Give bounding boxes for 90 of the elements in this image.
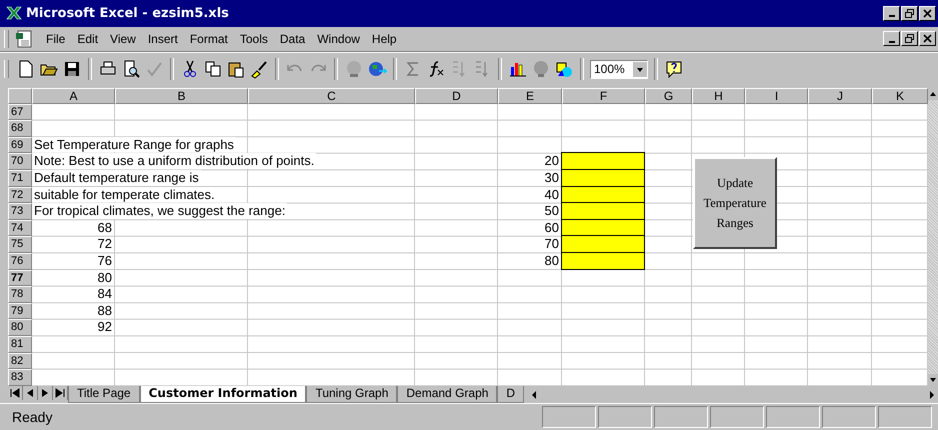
row-header[interactable]: 79 bbox=[8, 302, 32, 320]
row-header[interactable]: 69 bbox=[8, 136, 32, 154]
status-text: Ready bbox=[12, 409, 54, 426]
row-header[interactable]: 72 bbox=[8, 186, 32, 204]
close-icon bbox=[923, 8, 932, 18]
restore-button[interactable] bbox=[901, 31, 918, 46]
column-header[interactable]: E bbox=[498, 88, 562, 104]
first-sheet-icon[interactable] bbox=[8, 386, 23, 400]
row-header[interactable]: 76 bbox=[8, 252, 32, 270]
row-header[interactable]: 82 bbox=[8, 352, 32, 370]
close-icon bbox=[923, 34, 932, 44]
table-cell-text: 20 bbox=[544, 153, 560, 169]
table-cell-text: 60 bbox=[544, 220, 560, 236]
update-ranges-button[interactable]: Update Temperature Ranges bbox=[693, 156, 777, 249]
copy-icon[interactable] bbox=[203, 59, 223, 80]
menu-item[interactable]: Format bbox=[184, 32, 233, 46]
status-panel bbox=[598, 406, 652, 428]
workbook-icon[interactable] bbox=[15, 30, 33, 48]
menu-item[interactable]: Tools bbox=[234, 32, 273, 46]
status-panel bbox=[542, 406, 596, 428]
sheet-tab[interactable]: Title Page bbox=[68, 386, 140, 404]
restore-button[interactable] bbox=[901, 6, 918, 21]
select-all-corner[interactable] bbox=[8, 88, 32, 104]
table-cell-text: 72 bbox=[96, 236, 113, 252]
row-header[interactable]: 68 bbox=[8, 120, 32, 137]
column-header[interactable]: B bbox=[115, 88, 248, 104]
column-header[interactable]: K bbox=[872, 88, 928, 104]
table-cell-text: 50 bbox=[544, 203, 560, 219]
table-cell: Set Temperature Range for graphs bbox=[32, 136, 236, 152]
table-cell: Default temperature range is bbox=[32, 170, 201, 186]
table-cell: For tropical climates, we suggest the range: bbox=[32, 203, 288, 219]
menu-item[interactable]: View bbox=[105, 32, 141, 46]
row-header[interactable]: 78 bbox=[8, 286, 32, 303]
status-panel bbox=[766, 406, 820, 428]
close-button[interactable] bbox=[919, 31, 936, 46]
sheet-tab[interactable]: Customer Information bbox=[140, 386, 306, 404]
table-cell-text: 92 bbox=[96, 319, 113, 335]
menu-item[interactable]: Insert bbox=[142, 32, 183, 46]
menu-item[interactable]: File bbox=[41, 32, 70, 46]
row-header[interactable]: 81 bbox=[8, 336, 32, 353]
sheet-tab[interactable]: D bbox=[497, 386, 524, 404]
row-header[interactable]: 75 bbox=[8, 236, 32, 253]
row-header[interactable]: 71 bbox=[8, 170, 32, 187]
minimize-icon bbox=[888, 40, 894, 43]
close-button[interactable] bbox=[919, 6, 936, 21]
table-cell-text: 80 bbox=[96, 270, 113, 286]
sheet-tab[interactable]: Demand Graph bbox=[397, 386, 498, 404]
minimize-button[interactable] bbox=[883, 31, 900, 46]
zoom-dropdown[interactable]: 100% bbox=[590, 60, 648, 79]
column-header[interactable]: H bbox=[692, 88, 745, 104]
row-header[interactable]: 80 bbox=[8, 319, 32, 336]
menu-item[interactable]: Help bbox=[366, 32, 402, 46]
minimize-icon bbox=[888, 15, 894, 18]
table-cell-text: 70 bbox=[544, 236, 560, 252]
column-header[interactable]: G bbox=[645, 88, 692, 104]
row-header[interactable]: 73 bbox=[8, 203, 32, 220]
status-panel bbox=[878, 406, 932, 428]
row-header[interactable]: 77 bbox=[8, 270, 32, 286]
help-icon[interactable] bbox=[664, 59, 684, 80]
column-header[interactable]: I bbox=[745, 88, 808, 104]
column-header[interactable]: F bbox=[562, 88, 645, 104]
paintbrush-icon[interactable] bbox=[249, 59, 269, 80]
row-header[interactable]: 67 bbox=[8, 104, 32, 120]
table-cell: Note: Best to use a uniform distribution of points. bbox=[32, 153, 316, 169]
minimize-button[interactable] bbox=[883, 6, 900, 21]
column-header[interactable]: C bbox=[248, 88, 415, 104]
column-header[interactable]: J bbox=[808, 88, 872, 104]
menu-item[interactable]: Data bbox=[274, 32, 310, 46]
table-cell-text: 40 bbox=[544, 186, 560, 202]
menu-item[interactable]: Window bbox=[312, 32, 365, 46]
status-panel bbox=[822, 406, 876, 428]
table-cell-text: 80 bbox=[544, 252, 560, 269]
table-cell-text: 68 bbox=[96, 220, 113, 236]
row-header[interactable]: 74 bbox=[8, 220, 32, 236]
table-cell-text: 30 bbox=[544, 170, 560, 186]
restore-icon bbox=[905, 8, 914, 18]
column-header[interactable]: A bbox=[32, 88, 115, 104]
column-header[interactable]: D bbox=[415, 88, 498, 104]
table-cell-text: 88 bbox=[96, 302, 113, 318]
status-panel bbox=[710, 406, 764, 428]
sheet-tab[interactable]: Tuning Graph bbox=[306, 386, 398, 404]
table-cell-text: 76 bbox=[96, 252, 113, 269]
row-header[interactable]: 70 bbox=[8, 153, 32, 170]
status-panel bbox=[654, 406, 708, 428]
window-title: Microsoft Excel - ezsim5.xls bbox=[26, 6, 230, 21]
restore-icon bbox=[905, 34, 914, 44]
menu-item[interactable]: Edit bbox=[72, 32, 104, 46]
excel-logo-icon bbox=[6, 5, 22, 22]
table-cell-text: 84 bbox=[96, 286, 113, 302]
row-header[interactable]: 83 bbox=[8, 369, 32, 386]
